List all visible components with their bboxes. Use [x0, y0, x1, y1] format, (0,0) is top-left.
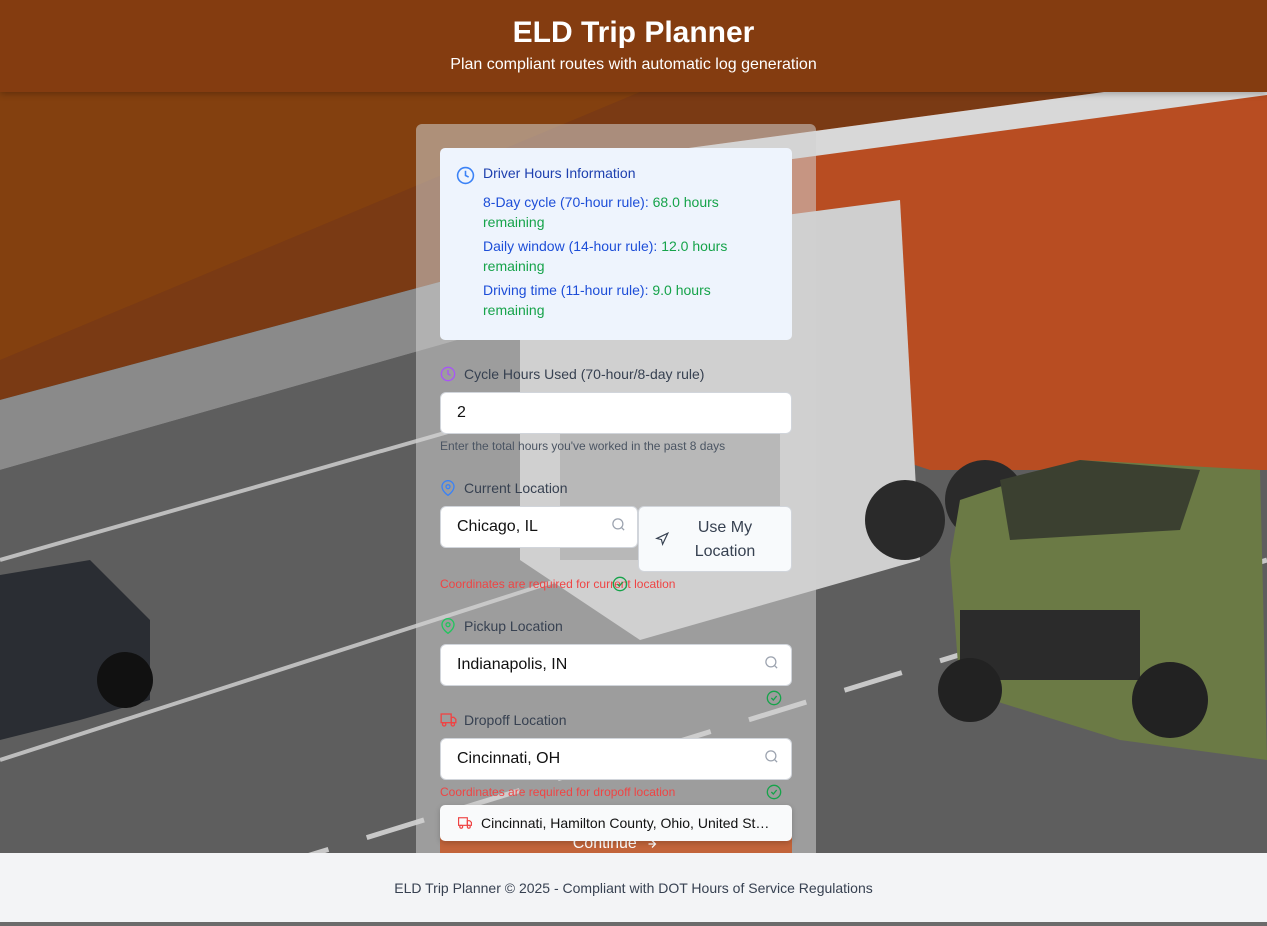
- cycle-hours-label: Cycle Hours Used (70-hour/8-day rule): [464, 366, 705, 382]
- truck-icon: [458, 817, 472, 829]
- search-icon[interactable]: [764, 749, 779, 764]
- current-location-label: Current Location: [464, 480, 568, 496]
- clock-icon: [440, 366, 456, 382]
- cycle-remaining: 8-Day cycle (70-hour rule): 68.0 hours r…: [483, 192, 743, 232]
- clock-icon: [456, 166, 475, 185]
- app-header: ELD Trip Planner Plan compliant routes w…: [0, 0, 1267, 92]
- current-location-input[interactable]: Chicago, IL: [440, 506, 638, 548]
- driving-remaining-label: Driving time (11-hour rule):: [483, 282, 649, 298]
- suggestion-text: Cincinnati, Hamilton County, Ohio, Unite…: [481, 815, 776, 831]
- daily-remaining-label: Daily window (14-hour rule):: [483, 238, 658, 254]
- dropoff-location-input[interactable]: Cincinnati, OH: [440, 738, 792, 780]
- current-location-error: Coordinates are required for current loc…: [440, 577, 676, 591]
- map-pin-icon: [441, 618, 455, 634]
- cycle-hours-help: Enter the total hours you've worked in t…: [440, 439, 726, 453]
- cycle-remaining-label: 8-Day cycle (70-hour rule):: [483, 194, 649, 210]
- app-footer: ELD Trip Planner © 2025 - Compliant with…: [0, 853, 1267, 922]
- driving-remaining: Driving time (11-hour rule): 9.0 hours r…: [483, 280, 743, 320]
- pickup-location-input[interactable]: Indianapolis, IN: [440, 644, 792, 686]
- check-circle-icon: [766, 784, 782, 800]
- info-title: Driver Hours Information: [483, 165, 636, 181]
- page-title: ELD Trip Planner: [512, 16, 755, 49]
- dropoff-location-error: Coordinates are required for dropoff loc…: [440, 785, 676, 799]
- check-circle-icon: [766, 690, 782, 706]
- use-my-location-label: Use My Location: [694, 519, 756, 560]
- search-icon[interactable]: [764, 655, 779, 670]
- footer-text: ELD Trip Planner © 2025 - Compliant with…: [394, 880, 873, 896]
- navigation-icon: [655, 532, 669, 546]
- cycle-hours-input[interactable]: 2: [440, 392, 792, 434]
- pickup-location-label: Pickup Location: [464, 618, 563, 634]
- driver-hours-info: Driver Hours Information 8-Day cycle (70…: [440, 148, 792, 340]
- page-subtitle: Plan compliant routes with automatic log…: [450, 56, 817, 73]
- map-pin-icon: [441, 480, 455, 496]
- bottom-scrollbar: [0, 922, 1267, 926]
- search-icon[interactable]: [611, 517, 626, 532]
- truck-icon: [440, 713, 457, 727]
- daily-remaining: Daily window (14-hour rule): 12.0 hours …: [483, 236, 743, 276]
- use-my-location-button[interactable]: Use My Location: [638, 506, 792, 572]
- dropoff-location-label: Dropoff Location: [464, 712, 567, 728]
- check-circle-icon: [612, 576, 628, 592]
- dropoff-suggestion-item[interactable]: Cincinnati, Hamilton County, Ohio, Unite…: [440, 805, 792, 841]
